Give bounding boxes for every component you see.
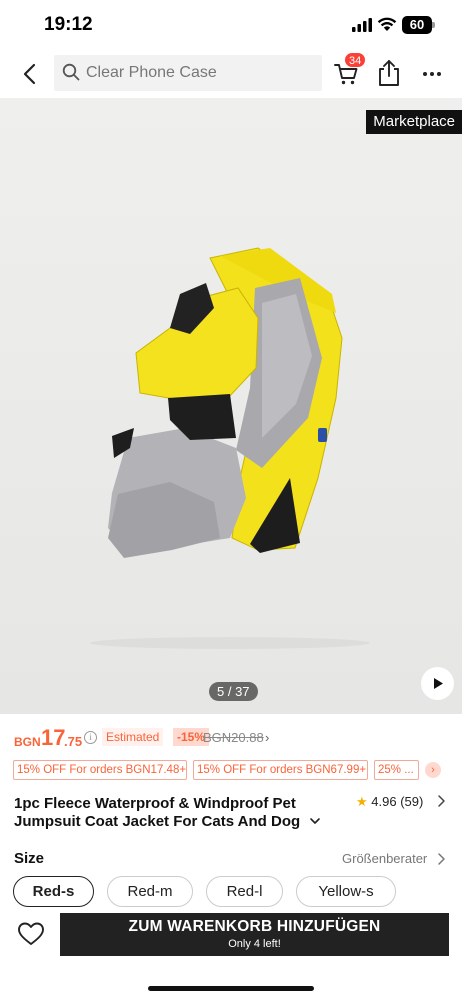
- add-to-cart-button[interactable]: ZUM WARENKORB HINZUFÜGEN Only 4 left!: [60, 913, 449, 956]
- top-navigation: Clear Phone Case 34: [0, 50, 462, 98]
- search-placeholder: Clear Phone Case: [86, 64, 217, 81]
- product-title[interactable]: 1pc Fleece Waterproof & Windproof Pet Ju…: [14, 795, 314, 831]
- chevron-left-icon[interactable]: [16, 60, 44, 88]
- estimated-label: Estimated: [102, 728, 164, 746]
- battery-cap: [432, 22, 435, 28]
- signal-icon: [352, 18, 372, 32]
- coupon-tag[interactable]: 15% OFF For orders BGN67.99+: [193, 760, 368, 780]
- product-rating[interactable]: ★ 4.96 (59): [356, 794, 423, 810]
- add-to-cart-label: ZUM WARENKORB HINZUFÜGEN: [128, 918, 381, 935]
- coupon-tag[interactable]: 15% OFF For orders BGN17.48+: [13, 760, 187, 780]
- more-horizontal-icon[interactable]: [420, 62, 444, 86]
- product-photo: [0, 98, 462, 714]
- size-option-red-l[interactable]: Red-l: [206, 876, 283, 907]
- price-row: BGN 17 .75 i Estimated -15% BGN20.88 ›: [14, 725, 454, 753]
- size-option-red-s[interactable]: Red-s: [13, 876, 94, 907]
- marketplace-badge: Marketplace: [366, 110, 462, 134]
- price-currency: BGN: [14, 735, 41, 749]
- bottom-action-bar: ZUM WARENKORB HINZUFÜGEN Only 4 left!: [0, 908, 462, 999]
- info-icon[interactable]: i: [84, 731, 97, 744]
- chevron-right-icon[interactable]: [436, 852, 446, 866]
- status-bar: 19:12 60: [0, 0, 462, 50]
- image-counter: 5 / 37: [209, 682, 258, 701]
- original-price[interactable]: BGN20.88: [203, 730, 264, 745]
- rating-value: 4.96: [371, 794, 397, 809]
- coupon-more-button[interactable]: ›: [425, 762, 441, 778]
- price-integer: 17: [41, 725, 66, 750]
- share-icon[interactable]: [376, 59, 402, 87]
- play-icon: [434, 678, 443, 689]
- product-image-gallery[interactable]: Marketplace 5 / 37: [0, 98, 462, 714]
- size-option-yellow-s[interactable]: Yellow-s: [296, 876, 396, 907]
- price-decimal: .75: [64, 734, 83, 749]
- search-icon: [62, 63, 80, 81]
- cart-count-badge: 34: [344, 52, 367, 68]
- size-guide-link[interactable]: Größenberater: [342, 851, 427, 866]
- size-label: Size: [14, 850, 45, 867]
- chevron-down-icon[interactable]: [308, 814, 322, 828]
- chevron-right-icon[interactable]: ›: [265, 730, 269, 745]
- size-option-red-m[interactable]: Red-m: [107, 876, 193, 907]
- coupon-tag[interactable]: 25% ...: [374, 760, 419, 780]
- heart-icon[interactable]: [17, 921, 45, 947]
- chevron-right-icon[interactable]: [436, 794, 446, 808]
- play-button[interactable]: [421, 667, 454, 700]
- status-time: 19:12: [44, 14, 93, 35]
- star-icon: ★: [356, 794, 368, 809]
- wifi-icon: [377, 17, 397, 31]
- review-count: (59): [400, 794, 424, 809]
- home-indicator: [148, 986, 314, 991]
- stock-note: Only 4 left!: [228, 938, 281, 950]
- search-input[interactable]: Clear Phone Case: [54, 55, 322, 91]
- battery-indicator: 60: [402, 16, 432, 34]
